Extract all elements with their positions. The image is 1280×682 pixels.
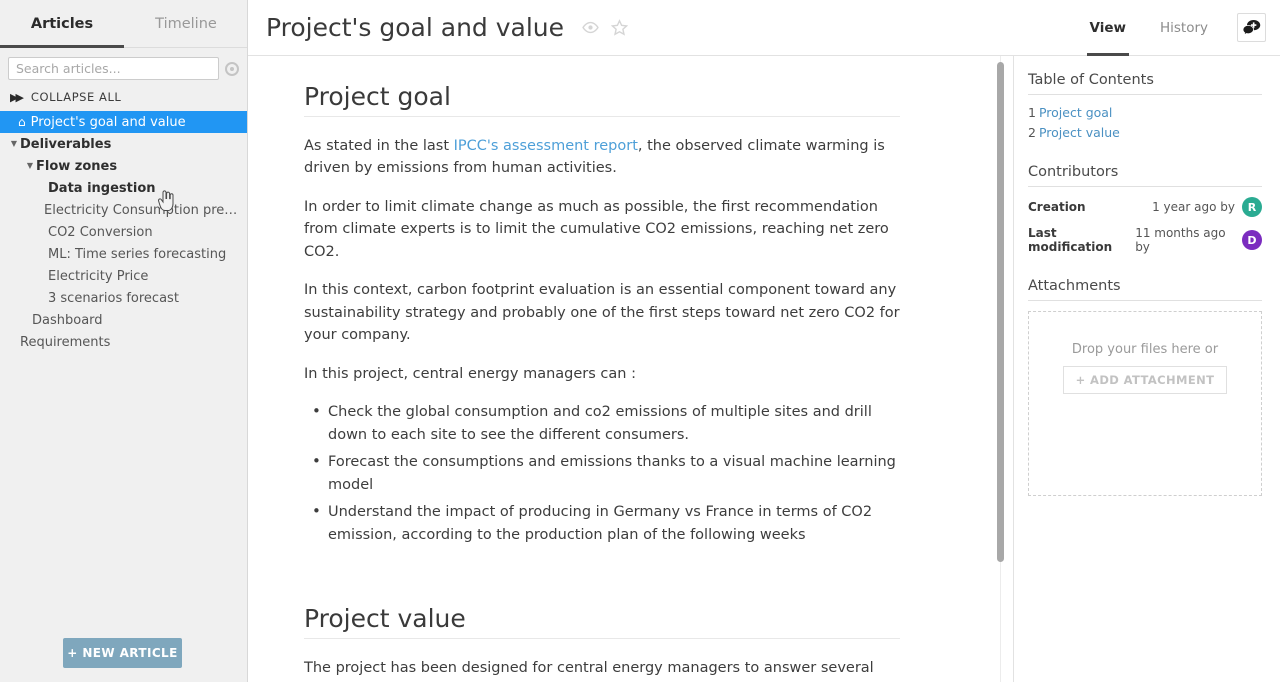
eye-icon[interactable] xyxy=(582,19,599,36)
tab-timeline[interactable]: Timeline xyxy=(124,0,248,47)
tree-label: Dashboard xyxy=(32,312,103,328)
tab-history[interactable]: History xyxy=(1143,0,1225,55)
home-icon: ⌂ xyxy=(18,115,26,129)
sidebar-item-deliverables[interactable]: ▼ Deliverables xyxy=(0,133,247,155)
tab-articles-label: Articles xyxy=(30,15,94,32)
add-comment-icon xyxy=(1242,20,1261,36)
paragraph-carbon-footprint: In this context, carbon footprint evalua… xyxy=(304,282,900,343)
contributor-label: Creation xyxy=(1028,200,1086,214)
body-row: Project goal As stated in the last IPCC'… xyxy=(248,56,1280,682)
tab-view[interactable]: View xyxy=(1073,0,1143,56)
center-column: Project's goal and value View History Pr… xyxy=(248,0,1280,682)
search-input[interactable] xyxy=(8,57,219,80)
article-scroll-area: Project goal As stated in the last IPCC'… xyxy=(248,56,1013,682)
tab-articles[interactable]: Articles xyxy=(0,0,124,48)
collapse-all-button[interactable]: ▶▶ COLLAPSE ALL xyxy=(0,86,247,108)
paragraph-designed-for-managers: The project has been designed for centra… xyxy=(304,659,874,676)
paragraph-ipcc: As stated in the last IPCC's assessment … xyxy=(304,135,900,180)
sidebar-item-co2-conversion[interactable]: CO2 Conversion xyxy=(0,221,247,243)
page-title: Project's goal and value xyxy=(266,13,565,42)
sidebar-item-requirements[interactable]: Requirements xyxy=(0,331,247,353)
title-action-icons xyxy=(582,19,629,36)
sidebar-item-projects-goal-and-value[interactable]: ⌂ Project's goal and value xyxy=(0,111,247,133)
tree-label: Electricity Price xyxy=(48,268,149,284)
sidebar-item-ml-time-series-forecasting[interactable]: ML: Time series forecasting xyxy=(0,243,247,265)
wiki-app: Articles Timeline ▶▶ COLLAPSE ALL ⌂ Proj… xyxy=(0,0,1280,682)
ipcc-assessment-report-link[interactable]: IPCC's assessment report xyxy=(454,138,638,154)
toc-item-project-goal[interactable]: 1 Project goal xyxy=(1028,105,1262,120)
table-of-contents-heading: Table of Contents xyxy=(1028,72,1262,95)
sidebar-item-data-ingestion[interactable]: Data ingestion xyxy=(0,177,247,199)
paragraph-managers-can: In this project, central energy managers… xyxy=(304,365,636,382)
tree-label: CO2 Conversion xyxy=(48,224,153,240)
sidebar-tabs: Articles Timeline xyxy=(0,0,247,48)
sidebar-item-electricity-consumption-preparation[interactable]: Electricity Consumption preparati… xyxy=(0,199,247,221)
paragraph-text-before: As stated in the last xyxy=(304,137,454,154)
toc-link[interactable]: Project goal xyxy=(1039,105,1112,120)
tab-timeline-label: Timeline xyxy=(155,15,217,32)
contributor-time: 11 months ago by xyxy=(1135,226,1226,254)
vertical-scrollbar-thumb[interactable] xyxy=(997,62,1004,562)
header-actions: View History xyxy=(1073,0,1266,56)
attachments-heading: Attachments xyxy=(1028,278,1262,301)
add-attachment-button[interactable]: + ADD ATTACHMENT xyxy=(1062,366,1228,394)
paragraph-limit-climate-change: In order to limit climate change as much… xyxy=(304,198,889,260)
sidebar-item-3-scenarios-forecast[interactable]: 3 scenarios forecast xyxy=(0,287,247,309)
list-item: Forecast the consumptions and emissions … xyxy=(304,450,900,496)
tree-label: Electricity Consumption preparati… xyxy=(44,202,241,218)
section-heading-project-value: Project value xyxy=(304,606,900,639)
tree-label: 3 scenarios forecast xyxy=(48,290,179,306)
search-icon[interactable] xyxy=(225,61,239,76)
twisty-down-icon[interactable]: ▼ xyxy=(24,162,36,170)
tree-label: Project's goal and value xyxy=(30,114,186,130)
tree-label: Data ingestion xyxy=(48,180,156,196)
sidebar-item-electricity-price[interactable]: Electricity Price xyxy=(0,265,247,287)
section-heading-project-goal: Project goal xyxy=(304,84,900,117)
toc-item-project-value[interactable]: 2 Project value xyxy=(1028,125,1262,140)
avatar[interactable]: R xyxy=(1242,197,1262,217)
article-tree: ⌂ Project's goal and value ▼ Deliverable… xyxy=(0,111,247,353)
contributor-label: Last modification xyxy=(1028,226,1113,254)
attachment-dropzone[interactable]: Drop your files here or + ADD ATTACHMENT xyxy=(1028,311,1262,496)
toc-number: 2 xyxy=(1028,125,1036,140)
list-item: Understand the impact of producing in Ge… xyxy=(304,500,900,546)
contributor-row-creation: Creation 1 year ago by R xyxy=(1028,197,1262,217)
tree-label: ML: Time series forecasting xyxy=(48,246,227,262)
double-chevron-right-icon: ▶▶ xyxy=(10,90,24,104)
avatar[interactable]: D xyxy=(1242,230,1262,250)
toc-link[interactable]: Project value xyxy=(1039,125,1120,140)
tab-history-label: History xyxy=(1159,19,1208,36)
star-icon[interactable] xyxy=(611,19,629,36)
contributors-heading: Contributors xyxy=(1028,164,1262,187)
list-item: Check the global consumption and co2 emi… xyxy=(304,400,900,446)
tree-label: Deliverables xyxy=(20,136,112,152)
article-content: Project goal As stated in the last IPCC'… xyxy=(248,56,948,682)
tab-view-label: View xyxy=(1089,19,1126,36)
article-header: Project's goal and value View History xyxy=(248,0,1280,56)
sidebar-search-row xyxy=(0,48,247,86)
left-sidebar: Articles Timeline ▶▶ COLLAPSE ALL ⌂ Proj… xyxy=(0,0,248,682)
collapse-all-label: COLLAPSE ALL xyxy=(30,90,122,104)
sidebar-item-dashboard[interactable]: Dashboard xyxy=(0,309,247,331)
contributor-time: 1 year ago by xyxy=(1152,200,1235,214)
sidebar-item-flow-zones[interactable]: ▼ Flow zones xyxy=(0,155,247,177)
project-goal-bullet-list: Check the global consumption and co2 emi… xyxy=(304,400,900,546)
add-comment-button[interactable] xyxy=(1237,13,1266,42)
tree-label: Flow zones xyxy=(36,158,118,174)
contributor-row-last-modification: Last modification 11 months ago by D xyxy=(1028,226,1262,254)
twisty-down-icon[interactable]: ▼ xyxy=(8,140,20,148)
new-article-button[interactable]: + NEW ARTICLE xyxy=(63,638,182,668)
tree-label: Requirements xyxy=(20,334,111,350)
right-panel: Table of Contents 1 Project goal 2 Project… xyxy=(1013,56,1280,682)
dropzone-label: Drop your files here or xyxy=(1071,342,1219,357)
toc-number: 1 xyxy=(1028,105,1036,120)
